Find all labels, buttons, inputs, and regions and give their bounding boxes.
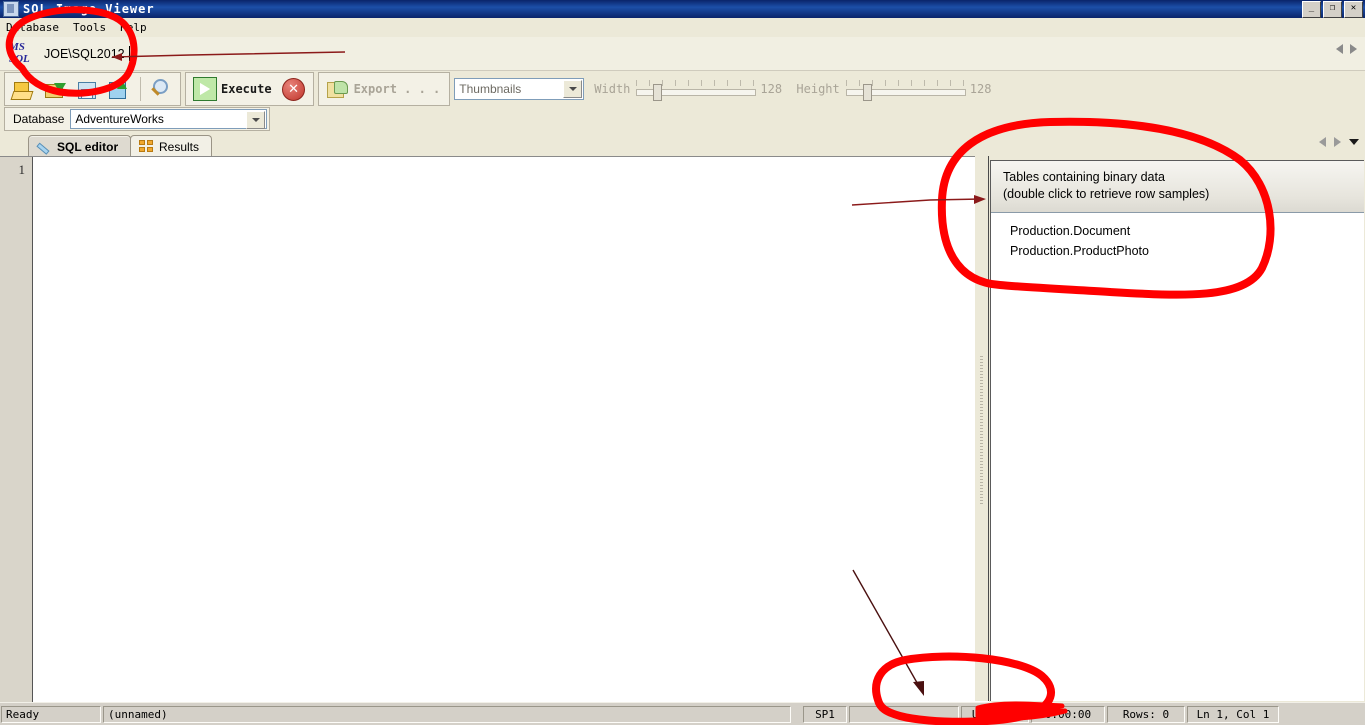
height-value: 128 <box>969 82 992 96</box>
tab-results[interactable]: Results <box>130 135 213 157</box>
execute-toolbar-group: Execute ✕ <box>185 72 314 106</box>
text-caret <box>128 46 130 61</box>
tab-scroll-right-icon[interactable] <box>1334 137 1341 147</box>
server-name-label[interactable]: JOE\SQL2012 <box>44 47 125 61</box>
stop-button[interactable]: ✕ <box>278 75 310 103</box>
open-file-button[interactable] <box>40 75 72 103</box>
search-button[interactable] <box>145 75 177 103</box>
width-value: 128 <box>760 82 783 96</box>
height-slider[interactable] <box>845 78 966 101</box>
menu-item-help[interactable]: Help <box>113 20 154 35</box>
toolbar-separator <box>140 77 141 101</box>
line-number: 1 <box>18 162 26 177</box>
save-as-button[interactable] <box>104 75 136 103</box>
status-rows: Rows: 0 <box>1107 705 1185 723</box>
width-slider[interactable] <box>636 78 757 101</box>
height-label: Height <box>796 82 840 96</box>
database-combo[interactable]: AdventureWorks <box>70 109 268 129</box>
play-icon <box>193 77 217 101</box>
status-sp: SP1 <box>803 705 847 723</box>
window-title: SQL Image Viewer <box>23 2 155 16</box>
minimize-button[interactable]: _ <box>1302 1 1321 18</box>
binary-tables-title: Tables containing binary data <box>1003 170 1165 184</box>
sql-image-viewer-window: SQL Image Viewer _ ❐ ✕ Database Tools He… <box>0 0 1365 725</box>
export-button[interactable] <box>322 75 354 103</box>
scroll-right-icon[interactable] <box>1350 44 1357 54</box>
scroll-left-icon[interactable] <box>1336 44 1343 54</box>
menu-item-tools[interactable]: Tools <box>66 20 113 35</box>
width-label: Width <box>594 82 631 96</box>
window-controls: _ ❐ ✕ <box>1302 1 1363 18</box>
stop-icon: ✕ <box>282 77 306 101</box>
open-database-button[interactable] <box>8 75 40 103</box>
tab-navigation <box>1319 137 1359 147</box>
view-mode-value: Thumbnails <box>459 82 522 96</box>
binary-tables-panel: Tables containing binary data (double cl… <box>990 160 1364 701</box>
save-button[interactable] <box>72 75 104 103</box>
chevron-down-icon[interactable] <box>563 80 583 98</box>
status-elapsed: 0:00:00 <box>1031 705 1105 723</box>
execute-button[interactable] <box>189 75 221 103</box>
menu-item-database[interactable]: Database <box>0 20 66 35</box>
chevron-down-icon[interactable] <box>246 111 266 129</box>
database-value: AdventureWorks <box>75 112 164 126</box>
view-mode-combo[interactable]: Thumbnails <box>454 78 585 100</box>
export-label[interactable]: Export . . . <box>354 82 447 96</box>
splitter-grip[interactable] <box>980 356 983 506</box>
database-bar: Database AdventureWorks <box>0 107 1365 131</box>
mssql-logo-line2: SQL <box>9 53 30 65</box>
panel-splitter[interactable] <box>975 156 989 701</box>
splitter-line <box>988 156 989 701</box>
list-item[interactable]: Production.Document <box>991 221 1364 241</box>
status-bar: Ready (unnamed) SP1 Unicode 0:00:00 Rows… <box>0 702 1365 725</box>
status-caret: Ln 1, Col 1 <box>1187 705 1279 723</box>
search-icon <box>149 78 173 100</box>
line-number-gutter: 1 <box>0 157 33 702</box>
database-selector: Database AdventureWorks <box>4 107 271 131</box>
grid-icon <box>139 140 153 153</box>
mssql-logo-line1: MS <box>9 41 25 53</box>
app-icon <box>3 1 19 17</box>
status-encoding: Unicode <box>961 705 1029 723</box>
binary-tables-header: Tables containing binary data (double cl… <box>991 161 1364 213</box>
status-document: (unnamed) <box>103 705 791 723</box>
sql-editor[interactable]: 1 <box>0 156 989 702</box>
status-ready: Ready <box>1 705 101 723</box>
sql-editor-textarea[interactable] <box>33 157 989 702</box>
tab-sql-editor[interactable]: SQL editor <box>28 135 132 157</box>
tab-scroll-left-icon[interactable] <box>1319 137 1326 147</box>
export-toolbar-group: Export . . . <box>317 72 451 106</box>
export-icon <box>326 78 350 100</box>
binary-tables-list: Production.Document Production.ProductPh… <box>991 213 1364 261</box>
server-bar: MS SQL JOE\SQL2012 <box>0 37 1365 71</box>
file-toolbar-group <box>4 72 181 106</box>
tab-results-label: Results <box>159 139 200 154</box>
pencil-icon <box>37 140 51 154</box>
tab-sql-editor-label: SQL editor <box>57 139 119 154</box>
execute-label[interactable]: Execute <box>221 82 278 96</box>
status-obscured <box>849 705 959 723</box>
width-slider-thumb[interactable] <box>653 84 663 101</box>
database-label: Database <box>13 112 65 126</box>
mssql-logo-icon: MS SQL <box>9 40 39 67</box>
height-slider-thumb[interactable] <box>862 84 872 101</box>
main-toolbar: Execute ✕ Export . . . Thumbnails Width … <box>0 71 1365 107</box>
open-file-icon <box>44 78 68 100</box>
binary-tables-subtitle: (double click to retrieve row samples) <box>1003 187 1210 201</box>
menu-bar: Database Tools Help <box>0 18 1365 36</box>
server-bar-nav <box>1336 44 1357 54</box>
tab-list-dropdown-icon[interactable] <box>1349 139 1359 145</box>
tab-strip: SQL editor Results <box>0 133 1365 157</box>
save-as-icon <box>108 78 132 100</box>
save-icon <box>76 78 100 100</box>
restore-button[interactable]: ❐ <box>1323 1 1342 18</box>
open-database-icon <box>12 78 36 100</box>
close-button[interactable]: ✕ <box>1344 1 1363 18</box>
list-item[interactable]: Production.ProductPhoto <box>991 241 1364 261</box>
title-bar: SQL Image Viewer _ ❐ ✕ <box>0 0 1365 18</box>
